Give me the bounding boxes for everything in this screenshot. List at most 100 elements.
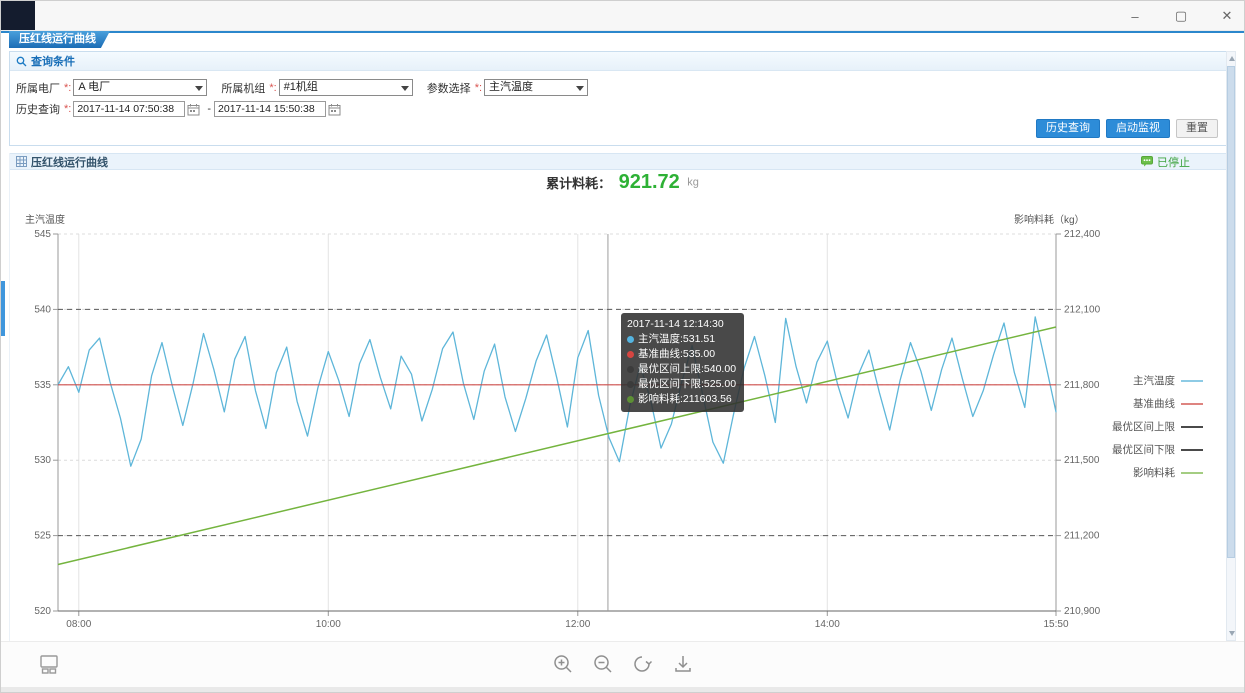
scroll-up-icon[interactable] (1229, 56, 1235, 61)
tooltip-item: 影响料耗:211603.56 (627, 392, 736, 407)
history-required-mark: *: (64, 103, 71, 115)
scroll-down-icon[interactable] (1229, 631, 1235, 636)
legend-label: 最优区间下限 (1112, 442, 1175, 457)
svg-text:520: 520 (34, 606, 51, 617)
plant-select-value: A 电厂 (78, 81, 110, 93)
scrollbar-thumb[interactable] (1227, 66, 1235, 558)
calendar-icon[interactable] (187, 103, 200, 116)
unit-select[interactable]: #1机组 (279, 79, 413, 96)
chevron-down-icon (195, 86, 203, 91)
svg-text:211,200: 211,200 (1064, 531, 1100, 542)
app-logo-icon (1, 1, 35, 30)
tooltip-item-text: 主汽温度:531.51 (638, 332, 715, 347)
svg-text:530: 530 (34, 455, 51, 466)
query-panel-title: 查询条件 (31, 53, 75, 69)
svg-text:540: 540 (34, 304, 51, 315)
unit-required-mark: *: (269, 82, 276, 94)
end-datetime-input[interactable] (214, 101, 326, 117)
legend-item[interactable]: 最优区间下限 (1091, 444, 1203, 455)
legend-label: 主汽温度 (1133, 373, 1175, 388)
plant-select[interactable]: A 电厂 (73, 79, 207, 96)
close-button[interactable]: ✕ (1216, 8, 1238, 24)
query-row-selects: 所属电厂 *: A 电厂 所属机组 *: #1机组 参数选择 *: 主汽温度 (16, 79, 588, 96)
reset-button[interactable]: 重置 (1176, 119, 1218, 138)
query-row-dates: 历史查询 *: - (16, 101, 345, 117)
app-window: – ▢ ✕ 压红线运行曲线 查询条件 所属电厂 *: A 电厂 所属机组 *: (0, 0, 1245, 693)
legend-label: 影响料耗 (1133, 465, 1175, 480)
chart-legend: 主汽温度基准曲线最优区间上限最优区间下限影响料耗 (1091, 375, 1203, 490)
tab-curve[interactable]: 压红线运行曲线 (9, 31, 110, 48)
tooltip-item-text: 基准曲线:535.00 (638, 347, 715, 362)
svg-text:15:50: 15:50 (1043, 619, 1068, 630)
start-datetime-input[interactable] (73, 101, 185, 117)
tooltip-item-text: 最优区间下限:525.00 (638, 377, 736, 392)
summary-unit: kg (687, 177, 699, 189)
chart-tooltip: 2017-11-14 12:14:30主汽温度:531.51基准曲线:535.0… (621, 313, 744, 412)
parameter-select[interactable]: 主汽温度 (484, 79, 588, 96)
summary-label: 累计料耗： (546, 176, 611, 191)
svg-text:08:00: 08:00 (66, 619, 91, 630)
parameter-required-mark: *: (475, 82, 482, 94)
chart-canvas[interactable]: 08:0010:0012:0014:0015:50545212,40054021… (1, 201, 1245, 641)
calendar-icon[interactable] (328, 103, 341, 116)
left-edge-scroll-thumb[interactable] (1, 281, 5, 336)
tooltip-series-dot (627, 381, 634, 388)
history-query-button[interactable]: 历史查询 (1036, 119, 1100, 138)
zoom-out-icon[interactable] (591, 652, 615, 676)
tooltip-item-text: 影响料耗:211603.56 (638, 392, 732, 407)
legend-item[interactable]: 影响料耗 (1091, 467, 1203, 478)
monitor-status: 已停止 (1141, 154, 1190, 170)
legend-item[interactable]: 最优区间上限 (1091, 421, 1203, 432)
tooltip-series-dot (627, 351, 634, 358)
restore-icon[interactable] (631, 652, 655, 676)
unit-select-value: #1机组 (284, 81, 318, 93)
title-bar: – ▢ ✕ (1, 1, 1244, 31)
status-text: 已停止 (1157, 154, 1190, 170)
bottom-toolbar (1, 641, 1244, 687)
legend-line-marker (1181, 449, 1203, 451)
legend-line-marker (1181, 403, 1203, 405)
history-label: 历史查询 (16, 101, 60, 117)
tooltip-series-dot (627, 336, 634, 343)
legend-item[interactable]: 基准曲线 (1091, 398, 1203, 409)
search-icon (16, 56, 27, 67)
tabstrip-divider (1, 31, 1244, 33)
chart-panel-title: 压红线运行曲线 (31, 154, 108, 170)
grid-icon (16, 156, 27, 167)
query-panel-header: 查询条件 (10, 52, 1226, 71)
svg-text:12:00: 12:00 (565, 619, 590, 630)
chevron-down-icon (576, 86, 584, 91)
query-button-row: 历史查询 启动监视 重置 (1036, 119, 1218, 138)
minimize-button[interactable]: – (1124, 9, 1146, 24)
tooltip-title: 2017-11-14 12:14:30 (627, 317, 736, 332)
data-view-icon[interactable] (37, 652, 61, 676)
plant-required-mark: *: (64, 82, 71, 94)
chart-panel-header: 压红线运行曲线 已停止 (10, 153, 1226, 170)
legend-line-marker (1181, 426, 1203, 428)
legend-label: 基准曲线 (1133, 396, 1175, 411)
vertical-scrollbar[interactable] (1226, 51, 1236, 641)
date-separator: - (207, 103, 211, 115)
svg-text:14:00: 14:00 (815, 619, 840, 630)
parameter-label: 参数选择 (427, 80, 471, 96)
svg-text:212,400: 212,400 (1064, 229, 1101, 240)
legend-line-marker (1181, 472, 1203, 474)
legend-item[interactable]: 主汽温度 (1091, 375, 1203, 386)
svg-text:210,900: 210,900 (1064, 606, 1101, 617)
svg-text:525: 525 (34, 531, 51, 542)
chevron-down-icon (401, 86, 409, 91)
start-monitor-button[interactable]: 启动监视 (1106, 119, 1170, 138)
tooltip-series-dot (627, 396, 634, 403)
svg-text:545: 545 (34, 229, 51, 240)
zoom-in-icon[interactable] (551, 652, 575, 676)
unit-label: 所属机组 (221, 80, 265, 96)
svg-text:535: 535 (34, 380, 51, 391)
query-panel: 查询条件 所属电厂 *: A 电厂 所属机组 *: #1机组 参数选择 *: 主… (9, 51, 1227, 146)
tooltip-item-text: 最优区间上限:540.00 (638, 362, 736, 377)
legend-line-marker (1181, 380, 1203, 382)
tooltip-item: 基准曲线:535.00 (627, 347, 736, 362)
download-icon[interactable] (671, 652, 695, 676)
summary-value: 921.72 (619, 171, 680, 193)
window-bottom-strip (1, 687, 1244, 693)
maximize-button[interactable]: ▢ (1170, 8, 1192, 24)
